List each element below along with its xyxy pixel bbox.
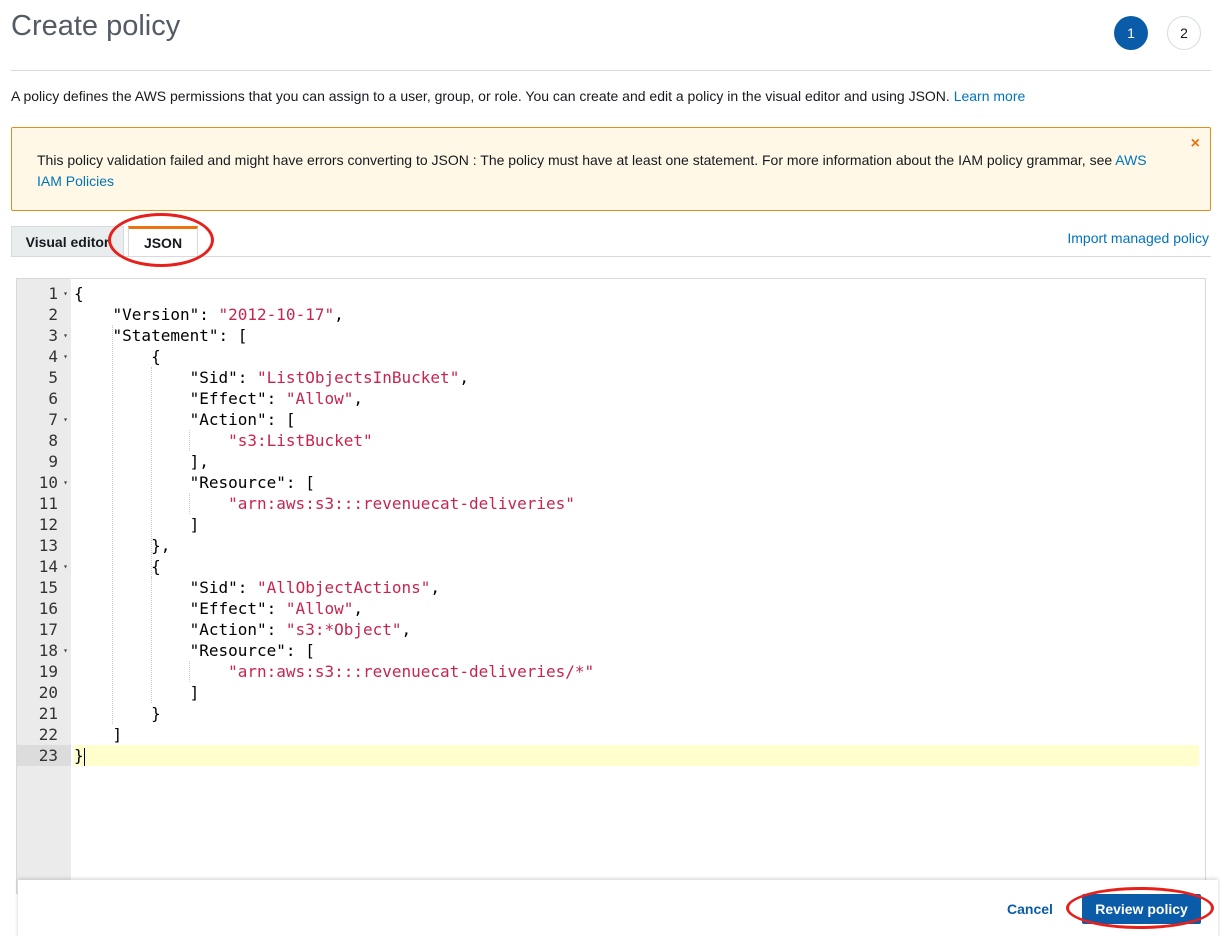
code-line[interactable]: } xyxy=(74,703,1199,724)
code-line[interactable]: } xyxy=(74,745,1199,766)
footer-bar: Cancel Review policy xyxy=(18,880,1218,936)
alert-message: This policy validation failed and might … xyxy=(37,150,1167,192)
line-number: 21 xyxy=(38,704,58,723)
fold-toggle-icon[interactable]: ▾ xyxy=(63,556,68,577)
code-line[interactable]: ] xyxy=(74,724,1199,745)
wizard-step-1[interactable]: 1 xyxy=(1114,16,1148,50)
fold-toggle-icon[interactable]: ▾ xyxy=(63,283,68,304)
code-line[interactable]: "Effect": "Allow", xyxy=(74,388,1199,409)
line-number: 12 xyxy=(38,515,58,534)
code-line[interactable]: "Statement": [ xyxy=(74,325,1199,346)
line-number: 7 ▾ xyxy=(48,409,68,430)
line-number: 19 xyxy=(38,662,58,681)
code-line[interactable]: "Effect": "Allow", xyxy=(74,598,1199,619)
code-line[interactable]: { xyxy=(74,346,1199,367)
code-line[interactable]: "Sid": "ListObjectsInBucket", xyxy=(74,367,1199,388)
intro-text: A policy defines the AWS permissions tha… xyxy=(11,88,1025,104)
fold-toggle-icon[interactable]: ▾ xyxy=(63,409,68,430)
line-number: 14 ▾ xyxy=(38,556,68,577)
line-number: 6 xyxy=(48,389,58,408)
indent-guide xyxy=(112,325,114,724)
code-line[interactable]: }, xyxy=(74,535,1199,556)
code-line[interactable]: "Action": [ xyxy=(74,409,1199,430)
line-number: 3 ▾ xyxy=(48,325,68,346)
tab-json[interactable]: JSON xyxy=(128,226,198,257)
indent-guide xyxy=(189,661,191,682)
code-line[interactable]: { xyxy=(74,556,1199,577)
line-number: 5 xyxy=(48,368,58,387)
fold-toggle-icon[interactable]: ▾ xyxy=(63,325,68,346)
line-number: 4 ▾ xyxy=(48,346,68,367)
code-line[interactable]: ], xyxy=(74,451,1199,472)
line-number: 18 ▾ xyxy=(38,640,68,661)
line-number: 11 xyxy=(38,494,58,513)
code-line[interactable]: ] xyxy=(74,514,1199,535)
indent-guide xyxy=(189,430,191,451)
page-title: Create policy xyxy=(11,10,181,42)
json-editor[interactable]: 1 ▾ 2 3 ▾ 4 ▾ 5 6 7 ▾ 8 9 10 ▾ 11 12 13 14 ▾ 15 16 17 18 ▾ 19 20 21… xyxy=(16,278,1206,894)
line-number: 17 xyxy=(38,620,58,639)
line-number: 20 xyxy=(38,683,58,702)
line-number: 22 xyxy=(38,725,58,744)
code-line[interactable]: "Version": "2012-10-17", xyxy=(74,304,1199,325)
line-number: 13 xyxy=(38,536,58,555)
intro-description: A policy defines the AWS permissions tha… xyxy=(11,88,954,104)
alert-text: This policy validation failed and might … xyxy=(37,152,1116,168)
code-line[interactable]: "Sid": "AllObjectActions", xyxy=(74,577,1199,598)
validation-alert: This policy validation failed and might … xyxy=(11,127,1211,211)
fold-toggle-icon[interactable]: ▾ xyxy=(63,640,68,661)
learn-more-link[interactable]: Learn more xyxy=(954,88,1026,104)
line-number: 23 xyxy=(17,745,71,766)
code-line[interactable]: { xyxy=(74,283,1199,304)
code-line[interactable]: "Resource": [ xyxy=(74,640,1199,661)
title-divider xyxy=(11,70,1211,71)
line-number: 10 ▾ xyxy=(38,472,68,493)
code-line[interactable]: "arn:aws:s3:::revenuecat-deliveries/*" xyxy=(74,661,1199,682)
tabs-divider xyxy=(11,256,1211,257)
code-line[interactable]: "s3:ListBucket" xyxy=(74,430,1199,451)
line-number-gutter: 1 ▾ 2 3 ▾ 4 ▾ 5 6 7 ▾ 8 9 10 ▾ 11 12 13 14 ▾ 15 16 17 18 ▾ 19 20 21… xyxy=(17,279,71,893)
indent-guide xyxy=(189,493,191,514)
line-number: 9 xyxy=(48,452,58,471)
line-number: 8 xyxy=(48,431,58,450)
fold-toggle-icon[interactable]: ▾ xyxy=(63,472,68,493)
line-number: 15 xyxy=(38,578,58,597)
code-line[interactable]: "Action": "s3:*Object", xyxy=(74,619,1199,640)
code-line[interactable]: ] xyxy=(74,682,1199,703)
text-cursor xyxy=(83,747,85,766)
code-line[interactable]: "arn:aws:s3:::revenuecat-deliveries" xyxy=(74,493,1199,514)
code-line[interactable]: "Resource": [ xyxy=(74,472,1199,493)
cancel-button[interactable]: Cancel xyxy=(1007,901,1053,917)
fold-toggle-icon[interactable]: ▾ xyxy=(63,346,68,367)
tab-visual-editor[interactable]: Visual editor xyxy=(11,226,124,257)
line-number: 16 xyxy=(38,599,58,618)
close-icon[interactable]: × xyxy=(1191,135,1200,153)
line-number: 1 ▾ xyxy=(48,283,68,304)
line-number: 2 xyxy=(48,305,58,324)
indent-guide xyxy=(150,577,152,703)
wizard-step-2[interactable]: 2 xyxy=(1167,16,1201,50)
review-policy-button[interactable]: Review policy xyxy=(1082,894,1201,924)
import-managed-policy-link[interactable]: Import managed policy xyxy=(1067,230,1209,246)
